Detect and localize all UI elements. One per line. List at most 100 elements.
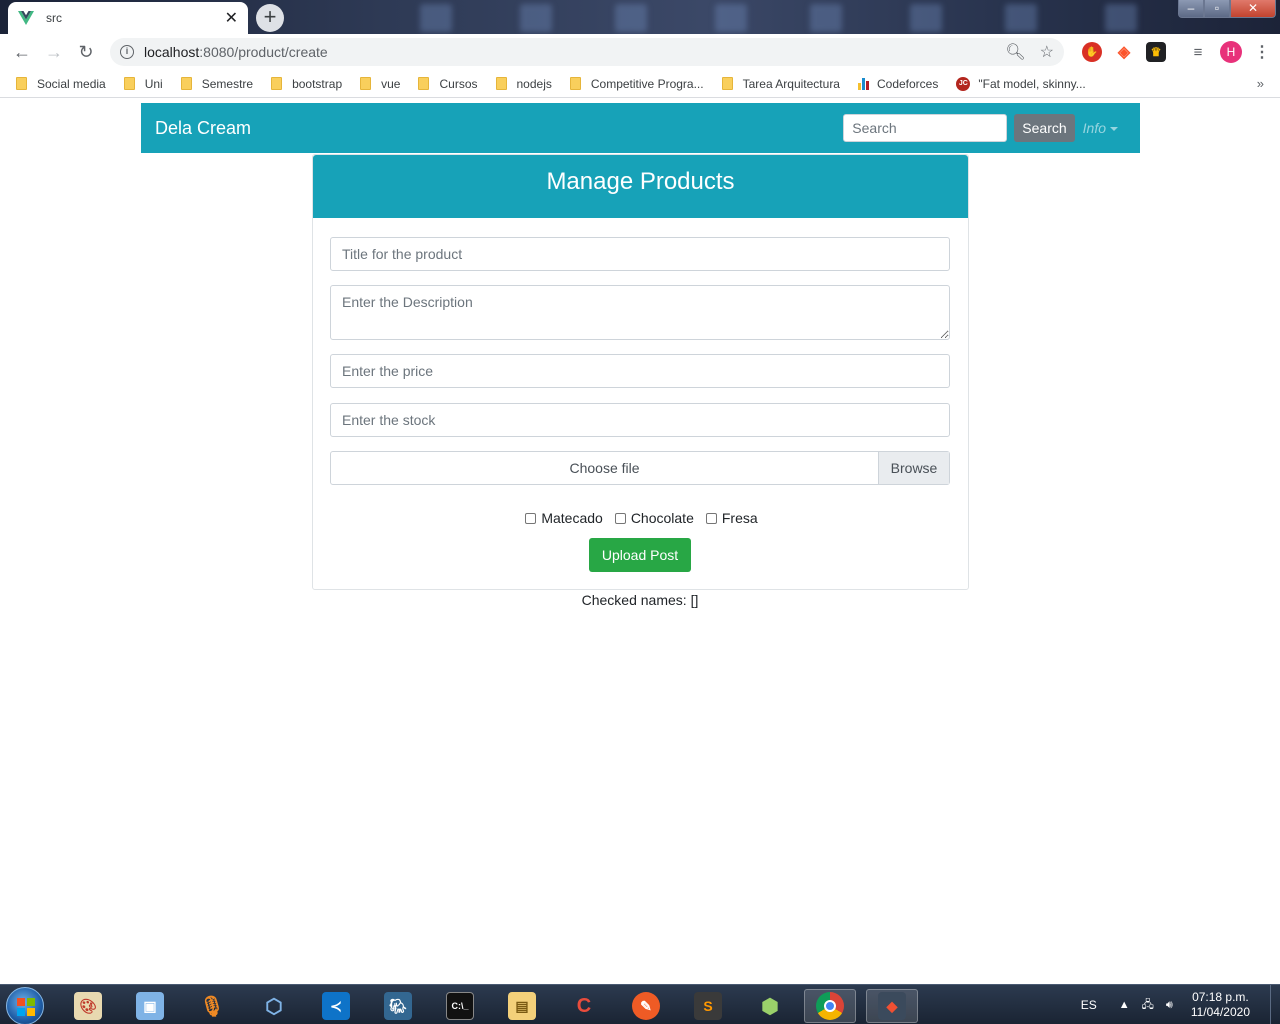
profile-avatar[interactable]: H (1220, 41, 1242, 63)
product-stock-input[interactable] (330, 403, 950, 437)
browse-button[interactable]: Browse (878, 452, 949, 484)
bookmark-fat-model[interactable]: JC "Fat model, skinny... (956, 76, 1086, 91)
show-desktop-button[interactable] (1270, 985, 1280, 1024)
postgresql-app-icon[interactable]: 🐘︎ (372, 989, 424, 1023)
bookmark-nodejs[interactable]: nodejs (495, 77, 552, 91)
jc-icon: JC (956, 76, 971, 91)
navbar-search-input[interactable] (843, 114, 1008, 142)
site-info-icon[interactable]: i (120, 45, 134, 59)
url-path: :8080/product/create (199, 44, 328, 60)
sublime-app-icon[interactable]: S (682, 989, 734, 1023)
bookmarks-bar: Social media Uni Semestre bootstrap vue … (0, 70, 1280, 98)
git-app-icon[interactable]: ◆ (866, 989, 918, 1023)
manage-products-card: Manage Products Choose file Browse Matec… (312, 154, 969, 590)
clock-date: 11/04/2020 (1190, 1005, 1250, 1019)
product-description-textarea[interactable] (330, 285, 950, 340)
microphone-app-icon[interactable]: 🎙︎ (186, 989, 238, 1023)
reload-button[interactable]: ↻ (70, 36, 102, 68)
checkbox-box[interactable] (525, 512, 537, 524)
folder-icon (360, 77, 372, 90)
bookmark-vue[interactable]: vue (360, 77, 400, 91)
checkbox-matecado[interactable]: Matecado (525, 510, 603, 526)
network-icon[interactable]: 🖧︎ (1142, 996, 1154, 1015)
folder-icon (721, 77, 733, 90)
background-blur (520, 4, 552, 32)
adblock-extension-icon[interactable]: ✋ (1082, 42, 1102, 62)
brand-link[interactable]: Dela Cream (155, 118, 843, 139)
more-bookmarks-icon[interactable]: » (1257, 76, 1264, 91)
folder-icon (271, 77, 283, 90)
language-indicator[interactable]: ES (1081, 998, 1097, 1012)
info-dropdown[interactable]: Info (1083, 120, 1118, 136)
box-app-icon[interactable]: ⬢ (744, 989, 796, 1023)
postman-app-icon[interactable]: ✎ (620, 989, 672, 1023)
bookmark-social-media[interactable]: Social media (16, 77, 106, 91)
clock[interactable]: 07:18 p.m. 11/04/2020 (1191, 990, 1250, 1020)
flavor-checkboxes: Matecado Chocolate Fresa (313, 510, 970, 526)
product-title-input[interactable] (330, 237, 950, 271)
folder-icon (495, 77, 507, 90)
new-tab-button[interactable]: + (256, 4, 284, 32)
minimize-button[interactable]: – (1178, 0, 1204, 18)
cmd-app-icon[interactable]: C:\_ (434, 989, 486, 1023)
folder-icon (16, 77, 27, 90)
browser-tab[interactable]: src ✕ (8, 2, 248, 34)
paint-app-icon[interactable]: 🎨︎ (62, 989, 114, 1023)
tab-title: src (46, 11, 62, 25)
virtualbox-app-icon[interactable]: ⬡ (248, 989, 300, 1023)
background-blur (910, 4, 942, 32)
browser-toolbar: ← → ↻ i localhost :8080/product/create 🔍… (0, 34, 1280, 70)
choose-file-label[interactable]: Choose file (331, 452, 878, 484)
caret-down-icon (1110, 127, 1118, 132)
folder-icon (418, 77, 430, 90)
bookmark-uni[interactable]: Uni (123, 77, 163, 91)
upload-post-button[interactable]: Upload Post (589, 538, 691, 572)
folder-icon (123, 77, 135, 90)
bookmark-competitive-programming[interactable]: Competitive Progra... (569, 77, 704, 91)
bookmark-star-icon[interactable]: ☆ (1040, 42, 1054, 62)
product-price-input[interactable] (330, 354, 950, 388)
system-tray: ES ▲ 🖧︎ 🔊︎ 07:18 p.m. 11/04/2020 (1081, 985, 1280, 1024)
close-tab-icon[interactable]: ✕ (225, 8, 238, 28)
bookmark-semestre[interactable]: Semestre (180, 77, 253, 91)
background-blur (1005, 4, 1037, 32)
chrome-app-icon[interactable] (804, 989, 856, 1023)
ccleaner-app-icon[interactable]: C (558, 989, 610, 1023)
background-blur (420, 4, 452, 32)
address-bar[interactable]: i localhost :8080/product/create 🔍︎ ☆ (110, 38, 1064, 66)
volume-icon[interactable]: 🔊︎ (1166, 999, 1173, 1012)
window-controls: – ▫ ✕ (1178, 0, 1276, 18)
chrome-icon (816, 992, 844, 1020)
zoom-icon[interactable]: 🔍︎ (1005, 42, 1025, 62)
checkbox-chocolate[interactable]: Chocolate (614, 510, 694, 526)
folder-icon (569, 77, 581, 90)
close-window-button[interactable]: ✕ (1230, 0, 1276, 18)
file-upload-field[interactable]: Choose file Browse (330, 451, 950, 485)
media-playlist-icon[interactable]: ≡ (1188, 42, 1208, 62)
background-blur (810, 4, 842, 32)
back-button[interactable]: ← (6, 36, 38, 68)
bookmark-tarea-arquitectura[interactable]: Tarea Arquitectura (721, 77, 840, 91)
app-navbar: Dela Cream Search Info (141, 103, 1140, 153)
checkbox-box[interactable] (705, 512, 717, 524)
windows-logo-icon (17, 998, 35, 1016)
show-hidden-icons[interactable]: ▲ (1119, 999, 1130, 1011)
checkbox-fresa[interactable]: Fresa (705, 510, 758, 526)
forward-button[interactable]: → (38, 36, 70, 68)
crown-extension-icon[interactable]: ♛ (1146, 42, 1166, 62)
bookmark-cursos[interactable]: Cursos (418, 77, 478, 91)
checked-names-output: Checked names: [] (581, 592, 699, 608)
background-blur (615, 4, 647, 32)
start-button[interactable] (6, 987, 44, 1024)
browser-menu-icon[interactable]: ⋮ (1254, 42, 1270, 62)
bookmark-bootstrap[interactable]: bootstrap (271, 77, 342, 91)
brave-extension-icon[interactable]: ◈ (1114, 42, 1134, 62)
card-header-title: Manage Products (313, 155, 968, 218)
bookmark-codeforces[interactable]: Codeforces (857, 77, 938, 91)
file-explorer-app-icon[interactable]: ▤ (496, 989, 548, 1023)
navbar-search-button[interactable]: Search (1014, 114, 1075, 142)
vscode-app-icon[interactable]: ≺ (310, 989, 362, 1023)
cube-app-icon[interactable]: ▣ (124, 989, 176, 1023)
maximize-button[interactable]: ▫ (1204, 0, 1230, 18)
checkbox-box[interactable] (614, 512, 626, 524)
